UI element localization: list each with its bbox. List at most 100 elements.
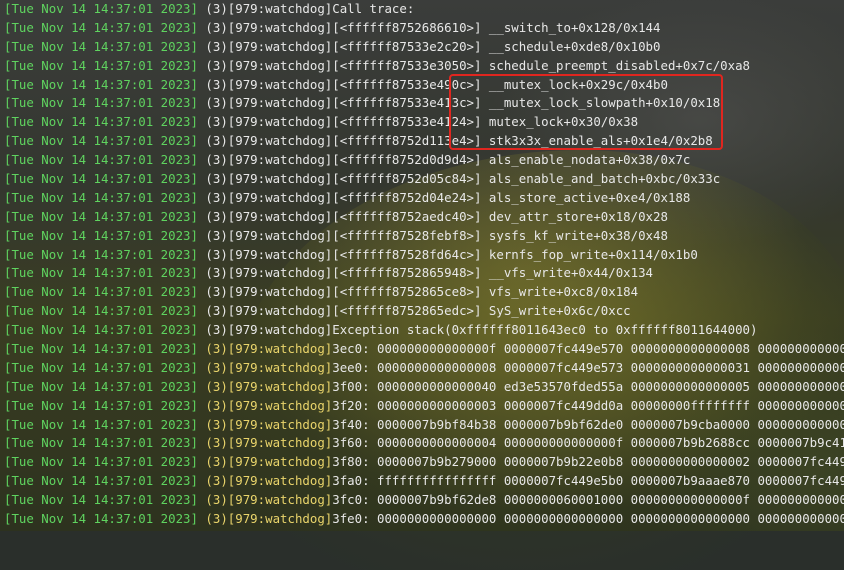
call-trace-text: Exception stack(0xffffff8011643ec0 to 0x… [332,322,758,338]
call-trace-text: [<ffffff8752865ce8>] vfs_write+0xc8/0x18… [332,284,639,300]
log-process-prefix: (3)[979:watchdog] [197,378,333,394]
log-timestamp: [Tue Nov 14 14:37:01 2023] [4,397,198,413]
log-timestamp: [Tue Nov 14 14:37:01 2023] [4,416,198,432]
log-process-prefix: (3)[979:watchdog] [197,1,333,16]
log-line: [Tue Nov 14 14:37:01 2023] (3)[979:watch… [0,321,844,340]
log-line: [Tue Nov 14 14:37:01 2023] (3)[979:watch… [0,57,844,76]
log-timestamp: [Tue Nov 14 14:37:01 2023] [4,114,198,130]
log-process-prefix: (3)[979:watchdog] [197,511,333,527]
log-line: [Tue Nov 14 14:37:01 2023] (3)[979:watch… [0,510,844,529]
stack-dump-text: 3f40: 0000007b9bf84b38 0000007b9bf62de0 … [332,416,844,432]
call-trace-text: [<ffffff87533e3050>] schedule_preempt_di… [332,57,750,73]
log-process-prefix: (3)[979:watchdog] [197,189,333,205]
stack-dump-text: 3fe0: 0000000000000000 0000000000000000 … [332,511,844,527]
log-timestamp: [Tue Nov 14 14:37:01 2023] [4,152,198,168]
log-process-prefix: (3)[979:watchdog] [197,492,333,508]
log-line: [Tue Nov 14 14:37:01 2023] (3)[979:watch… [0,0,844,19]
log-timestamp: [Tue Nov 14 14:37:01 2023] [4,435,198,451]
log-timestamp: [Tue Nov 14 14:37:01 2023] [4,378,198,394]
log-process-prefix: (3)[979:watchdog] [197,76,333,92]
call-trace-text: [<ffffff8752865edc>] SyS_write+0x6c/0xcc [332,303,631,319]
call-trace-text: [<ffffff8752865948>] __vfs_write+0x44/0x… [332,265,654,281]
log-process-prefix: (3)[979:watchdog] [197,322,333,338]
log-timestamp: [Tue Nov 14 14:37:01 2023] [4,265,198,281]
log-process-prefix: (3)[979:watchdog] [197,114,333,130]
log-timestamp: [Tue Nov 14 14:37:01 2023] [4,1,198,16]
log-line: [Tue Nov 14 14:37:01 2023] (3)[979:watch… [0,264,844,283]
log-line: [Tue Nov 14 14:37:01 2023] (3)[979:watch… [0,416,844,435]
log-line: [Tue Nov 14 14:37:01 2023] (3)[979:watch… [0,472,844,491]
log-timestamp: [Tue Nov 14 14:37:01 2023] [4,76,198,92]
log-timestamp: [Tue Nov 14 14:37:01 2023] [4,454,198,470]
stack-dump-text: 3ec0: 000000000000000f 0000007fc449e570 … [332,341,844,357]
log-timestamp: [Tue Nov 14 14:37:01 2023] [4,359,198,375]
log-process-prefix: (3)[979:watchdog] [197,57,333,73]
log-timestamp: [Tue Nov 14 14:37:01 2023] [4,341,198,357]
call-trace-text: [<ffffff87528fd64c>] kernfs_fop_write+0x… [332,246,698,262]
stack-dump-text: 3fc0: 0000007b9bf62de8 0000000060001000 … [332,492,844,508]
log-process-prefix: (3)[979:watchdog] [197,416,333,432]
stack-dump-text: 3f00: 0000000000000040 ed3e53570fded55a … [332,378,844,394]
log-line: [Tue Nov 14 14:37:01 2023] (3)[979:watch… [0,189,844,208]
log-process-prefix: (3)[979:watchdog] [197,473,333,489]
log-line: [Tue Nov 14 14:37:01 2023] (3)[979:watch… [0,340,844,359]
log-process-prefix: (3)[979:watchdog] [197,133,333,149]
log-timestamp: [Tue Nov 14 14:37:01 2023] [4,133,198,149]
log-process-prefix: (3)[979:watchdog] [197,359,333,375]
call-trace-text: [<ffffff8752d0d9d4>] als_enable_nodata+0… [332,152,691,168]
stack-dump-text: 3f80: 0000007b9b279000 0000007b9b22e0b8 … [332,454,844,470]
log-timestamp: [Tue Nov 14 14:37:01 2023] [4,38,198,54]
log-process-prefix: (3)[979:watchdog] [197,435,333,451]
log-line: [Tue Nov 14 14:37:01 2023] (3)[979:watch… [0,246,844,265]
log-timestamp: [Tue Nov 14 14:37:01 2023] [4,57,198,73]
log-timestamp: [Tue Nov 14 14:37:01 2023] [4,19,198,35]
log-timestamp: [Tue Nov 14 14:37:01 2023] [4,171,198,187]
log-timestamp: [Tue Nov 14 14:37:01 2023] [4,227,198,243]
call-trace-text: [<ffffff8752aedc40>] dev_attr_store+0x18… [332,208,668,224]
log-timestamp: [Tue Nov 14 14:37:01 2023] [4,511,198,527]
log-line: [Tue Nov 14 14:37:01 2023] (3)[979:watch… [0,38,844,57]
log-process-prefix: (3)[979:watchdog] [197,227,333,243]
log-process-prefix: (3)[979:watchdog] [197,341,333,357]
call-trace-text: [<ffffff87533e2c20>] __schedule+0xde8/0x… [332,38,661,54]
log-line: [Tue Nov 14 14:37:01 2023] (3)[979:watch… [0,170,844,189]
log-process-prefix: (3)[979:watchdog] [197,303,333,319]
log-timestamp: [Tue Nov 14 14:37:01 2023] [4,95,198,111]
call-trace-text: [<ffffff8752686610>] __switch_to+0x128/0… [332,19,661,35]
log-process-prefix: (3)[979:watchdog] [197,265,333,281]
log-process-prefix: (3)[979:watchdog] [197,454,333,470]
log-process-prefix: (3)[979:watchdog] [197,208,333,224]
log-line: [Tue Nov 14 14:37:01 2023] (3)[979:watch… [0,19,844,38]
call-trace-text: Call trace: [332,1,415,16]
log-process-prefix: (3)[979:watchdog] [197,284,333,300]
log-timestamp: [Tue Nov 14 14:37:01 2023] [4,303,198,319]
log-timestamp: [Tue Nov 14 14:37:01 2023] [4,322,198,338]
mutex-lock-highlight-box [449,74,723,150]
log-process-prefix: (3)[979:watchdog] [197,171,333,187]
log-line: [Tue Nov 14 14:37:01 2023] (3)[979:watch… [0,227,844,246]
log-line: [Tue Nov 14 14:37:01 2023] (3)[979:watch… [0,378,844,397]
log-timestamp: [Tue Nov 14 14:37:01 2023] [4,492,198,508]
log-line: [Tue Nov 14 14:37:01 2023] (3)[979:watch… [0,491,844,510]
call-trace-text: [<ffffff8752d04e24>] als_store_active+0x… [332,189,691,205]
log-line: [Tue Nov 14 14:37:01 2023] (3)[979:watch… [0,283,844,302]
call-trace-text: [<ffffff87528febf8>] sysfs_kf_write+0x38… [332,227,668,243]
log-line: [Tue Nov 14 14:37:01 2023] (3)[979:watch… [0,397,844,416]
stack-dump-text: 3ee0: 0000000000000008 0000007fc449e573 … [332,359,844,375]
stack-dump-text: 3fa0: ffffffffffffffff 0000007fc449e5b0 … [332,473,844,489]
log-process-prefix: (3)[979:watchdog] [197,38,333,54]
log-process-prefix: (3)[979:watchdog] [197,152,333,168]
log-line: [Tue Nov 14 14:37:01 2023] (3)[979:watch… [0,359,844,378]
log-line: [Tue Nov 14 14:37:01 2023] (3)[979:watch… [0,434,844,453]
log-timestamp: [Tue Nov 14 14:37:01 2023] [4,189,198,205]
log-timestamp: [Tue Nov 14 14:37:01 2023] [4,473,198,489]
log-process-prefix: (3)[979:watchdog] [197,19,333,35]
log-process-prefix: (3)[979:watchdog] [197,397,333,413]
stack-dump-text: 3f20: 0000000000000003 0000007fc449dd0a … [332,397,844,413]
log-timestamp: [Tue Nov 14 14:37:01 2023] [4,284,198,300]
log-line: [Tue Nov 14 14:37:01 2023] (3)[979:watch… [0,208,844,227]
log-line: [Tue Nov 14 14:37:01 2023] (3)[979:watch… [0,453,844,472]
log-process-prefix: (3)[979:watchdog] [197,95,333,111]
call-trace-text: [<ffffff8752d05c84>] als_enable_and_batc… [332,171,721,187]
log-timestamp: [Tue Nov 14 14:37:01 2023] [4,208,198,224]
